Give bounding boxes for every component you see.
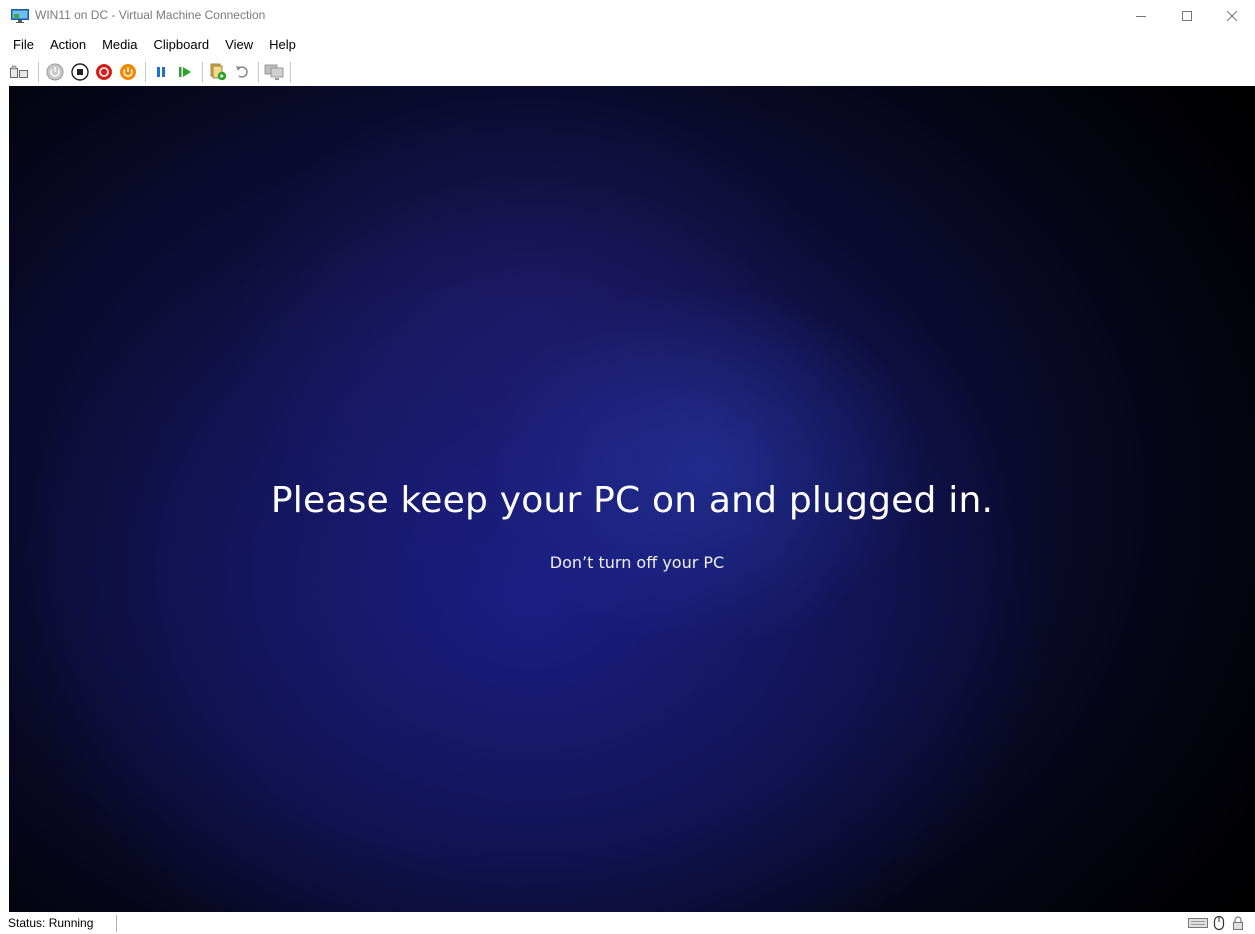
shut-down-icon (96, 64, 112, 80)
maximize-icon (1182, 11, 1192, 21)
toolbar-separator (38, 62, 39, 82)
vm-submessage: Don’t turn off your PC (549, 553, 725, 572)
minimize-icon (1136, 16, 1146, 17)
ctrl-alt-del-button[interactable] (9, 62, 29, 82)
save-icon (120, 64, 136, 80)
status-separator (116, 915, 117, 932)
menu-view[interactable]: View (217, 34, 261, 56)
toolbar-separator (290, 62, 291, 82)
revert-button[interactable] (232, 62, 252, 82)
toolbar-separator (202, 62, 203, 82)
close-icon (1227, 11, 1237, 21)
save-button[interactable] (118, 62, 138, 82)
lock-icon (1231, 916, 1245, 930)
resume-icon (179, 67, 191, 77)
menu-clipboard[interactable]: Clipboard (146, 34, 218, 56)
checkpoint-icon (210, 63, 227, 81)
minimize-button[interactable] (1118, 0, 1164, 32)
menu-media[interactable]: Media (94, 34, 145, 56)
menu-help[interactable]: Help (261, 34, 304, 56)
menu-action[interactable]: Action (42, 34, 94, 56)
pause-icon (157, 67, 165, 77)
enhanced-session-icon (264, 64, 284, 80)
toolbar-separator (258, 62, 259, 82)
status-bar: Status: Running (0, 912, 1255, 934)
menu-file[interactable]: File (0, 34, 42, 56)
turn-off-button[interactable] (70, 62, 90, 82)
start-button[interactable] (45, 62, 65, 82)
ctrl-alt-del-icon (10, 65, 28, 78)
status-text: Status: Running (8, 916, 94, 930)
keyboard-icon (1188, 916, 1208, 930)
vm-monitor-icon (11, 9, 29, 23)
title-bar: WIN11 on DC - Virtual Machine Connection (0, 0, 1255, 32)
window-title: WIN11 on DC - Virtual Machine Connection (35, 8, 266, 22)
revert-icon (236, 66, 248, 78)
start-icon (46, 63, 64, 81)
resume-button[interactable] (175, 62, 195, 82)
turn-off-icon (71, 63, 89, 81)
close-button[interactable] (1209, 0, 1255, 32)
mouse-icon (1213, 916, 1225, 930)
pause-button[interactable] (151, 62, 171, 82)
toolbar-separator (145, 62, 146, 82)
vm-display[interactable]: Please keep your PC on and plugged in. D… (9, 86, 1255, 912)
enhanced-session-button[interactable] (264, 62, 284, 82)
menu-bar: File Action Media Clipboard View Help (0, 34, 304, 56)
shut-down-button[interactable] (94, 62, 114, 82)
vm-message: Please keep your PC on and plugged in. (270, 480, 994, 521)
checkpoint-button[interactable] (208, 62, 228, 82)
maximize-button[interactable] (1164, 0, 1210, 32)
